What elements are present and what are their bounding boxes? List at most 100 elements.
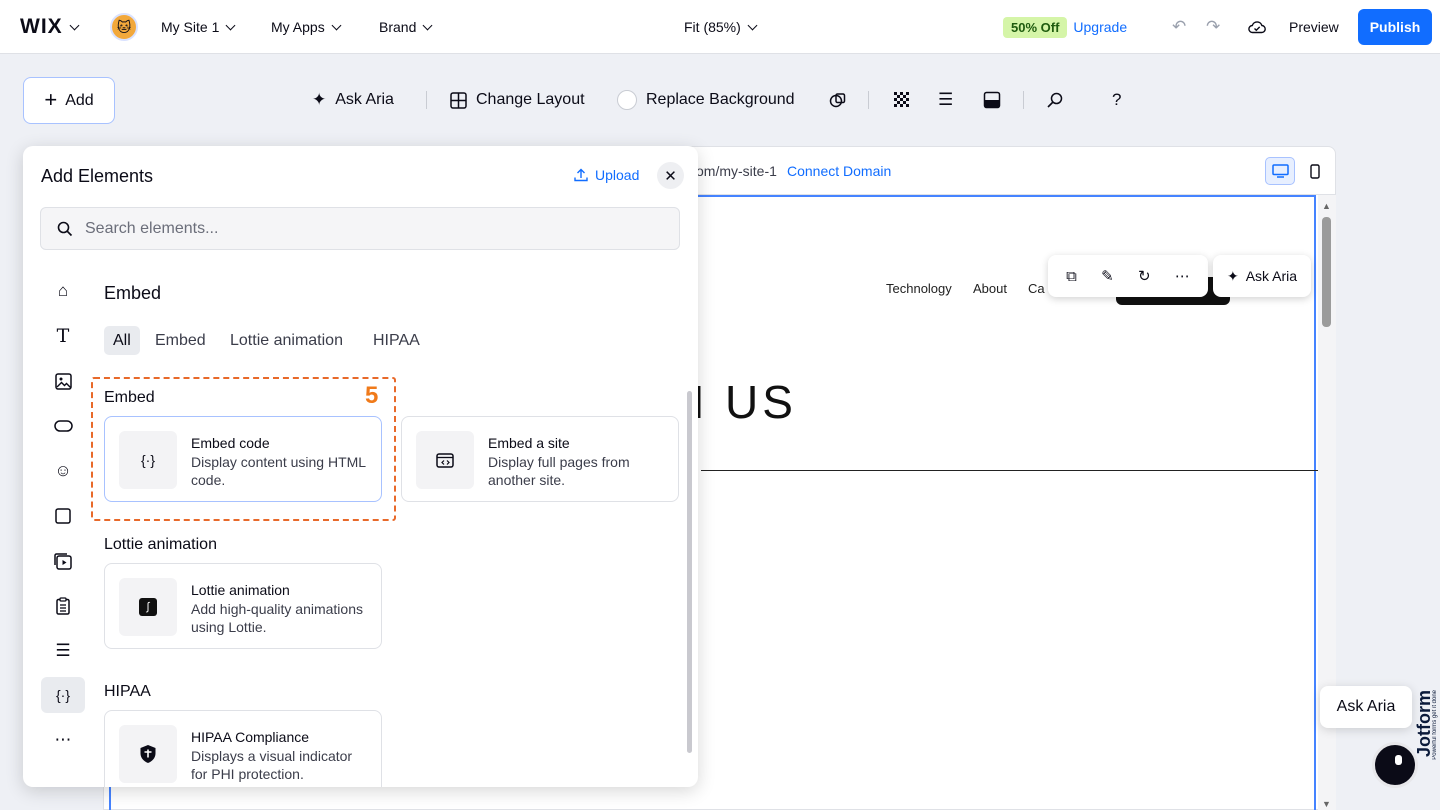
replace-background-label: Replace Background xyxy=(646,91,795,108)
chevron-down-icon xyxy=(747,20,758,30)
upgrade-promo[interactable]: 50% Off Upgrade xyxy=(1003,0,1127,54)
connect-domain-link[interactable]: Connect Domain xyxy=(787,163,891,179)
group-label-lottie: Lottie animation xyxy=(104,536,217,553)
site-selector[interactable]: My Site 1 xyxy=(161,0,236,54)
redo-button[interactable]: ↷ xyxy=(1206,0,1220,54)
mobile-icon xyxy=(1310,163,1320,179)
video-gallery-icon xyxy=(54,552,72,570)
scroll-up-arrow-icon[interactable]: ▲ xyxy=(1322,201,1331,211)
embed-code-icon: {·} xyxy=(55,687,70,703)
category-media[interactable] xyxy=(41,543,85,579)
search-box xyxy=(40,207,680,250)
search-input[interactable] xyxy=(85,219,645,238)
category-embed[interactable]: {·} xyxy=(41,677,85,713)
cloud-save-button[interactable] xyxy=(1248,0,1266,54)
add-elements-button[interactable]: + Add xyxy=(23,77,115,124)
add-to-section-icon[interactable]: ⧉ xyxy=(1066,268,1077,285)
aria-assistant-icon[interactable] xyxy=(1372,742,1418,788)
category-button[interactable] xyxy=(41,408,85,444)
card-title: HIPAA Compliance xyxy=(191,729,310,745)
arrange-button[interactable] xyxy=(829,86,847,114)
account-avatar[interactable]: 🐱 xyxy=(110,0,138,54)
replace-background-button[interactable]: Replace Background xyxy=(617,86,795,114)
brand-label: Brand xyxy=(379,19,417,35)
magnifier-icon xyxy=(1047,92,1063,108)
scrollbar-thumb[interactable] xyxy=(1322,217,1331,327)
category-text[interactable]: T xyxy=(41,318,85,354)
wix-menu[interactable]: WIX xyxy=(20,0,80,54)
layout-icon xyxy=(450,91,467,109)
ask-aria-chip[interactable]: Ask Aria xyxy=(1320,686,1412,728)
more-dots-icon: ⋯ xyxy=(54,730,72,749)
background-swatch-icon xyxy=(617,90,637,110)
category-decorative[interactable]: ☺ xyxy=(41,453,85,489)
promo-badge: 50% Off xyxy=(1003,16,1068,38)
plus-icon: + xyxy=(44,86,58,112)
search-tools-button[interactable] xyxy=(1046,86,1064,114)
publish-button[interactable]: Publish xyxy=(1358,9,1432,45)
sections-button[interactable]: ☰ xyxy=(938,86,953,114)
upload-button[interactable]: Upload xyxy=(574,167,639,183)
category-home[interactable]: ⌂ xyxy=(41,273,85,309)
image-icon xyxy=(54,372,72,390)
jotform-watermark: Jotform Powerful forms get it done xyxy=(1414,690,1438,790)
card-description: Add high-quality animations using Lottie… xyxy=(191,601,363,635)
undo-button[interactable]: ↶ xyxy=(1172,0,1186,54)
category-more[interactable]: ⋯ xyxy=(41,722,85,758)
clipboard-icon xyxy=(56,597,70,615)
top-bar: WIX 🐱 My Site 1 My Apps Brand Fit (85%) … xyxy=(0,0,1440,54)
sparkle-icon: ✦ xyxy=(312,90,327,109)
add-label: Add xyxy=(65,91,94,109)
filter-hipaa[interactable]: HIPAA xyxy=(364,326,429,355)
more-options-icon[interactable]: ⋯ xyxy=(1175,267,1190,285)
upload-label: Upload xyxy=(595,167,640,183)
site-nav-partial[interactable]: Ca xyxy=(1028,281,1045,296)
hipaa-compliance-card[interactable]: HIPAA Compliance Displays a visual indic… xyxy=(104,710,382,787)
chevron-down-icon xyxy=(422,20,433,30)
question-mark-icon: ? xyxy=(1112,90,1122,109)
lottie-animation-card[interactable]: ∫ Lottie animation Add high-quality anim… xyxy=(104,563,382,649)
search-icon xyxy=(57,221,73,236)
my-apps-menu[interactable]: My Apps xyxy=(271,0,342,54)
mobile-view-button[interactable] xyxy=(1302,157,1328,185)
category-image[interactable] xyxy=(41,363,85,399)
desktop-view-button[interactable] xyxy=(1265,157,1295,185)
change-layout-button[interactable]: Change Layout xyxy=(450,86,585,114)
close-icon: ✕ xyxy=(664,167,677,185)
floating-ask-aria-button[interactable]: ✦ Ask Aria xyxy=(1213,255,1311,297)
filter-embed[interactable]: Embed xyxy=(146,326,215,355)
help-button[interactable]: ? xyxy=(1112,86,1121,114)
category-forms[interactable] xyxy=(41,588,85,624)
embed-site-card[interactable]: Embed a site Display full pages from ano… xyxy=(401,416,679,502)
checker-grid-icon xyxy=(894,92,909,107)
filter-all[interactable]: All xyxy=(104,326,140,355)
lottie-icon: ∫ xyxy=(119,578,177,636)
site-nav-about[interactable]: About xyxy=(973,281,1007,296)
chevron-down-icon xyxy=(331,20,342,30)
regenerate-icon[interactable]: ↻ xyxy=(1138,267,1151,285)
upgrade-link[interactable]: Upgrade xyxy=(1073,19,1127,35)
brand-menu[interactable]: Brand xyxy=(379,0,433,54)
undo-icon: ↶ xyxy=(1172,17,1187,36)
category-box[interactable] xyxy=(41,498,85,534)
magic-wand-icon[interactable]: ✎ xyxy=(1101,267,1114,285)
panel-scrollbar[interactable] xyxy=(687,391,692,753)
desktop-icon xyxy=(1271,164,1289,178)
text-icon: T xyxy=(56,325,70,347)
section-background-button[interactable] xyxy=(983,86,1001,114)
zoom-selector[interactable]: Fit (85%) xyxy=(684,0,758,54)
wix-logo: WIX xyxy=(20,15,63,38)
category-menu[interactable]: ☰ xyxy=(41,633,85,669)
preview-button[interactable]: Preview xyxy=(1289,0,1339,54)
step-number-badge: 5 xyxy=(365,382,379,409)
card-title: Lottie animation xyxy=(191,582,290,598)
filter-lottie[interactable]: Lottie animation xyxy=(221,326,352,355)
floating-ask-aria-label: Ask Aria xyxy=(1245,268,1298,284)
scroll-down-arrow-icon[interactable]: ▼ xyxy=(1322,799,1331,809)
preview-label: Preview xyxy=(1289,19,1339,35)
ask-aria-button[interactable]: ✦ Ask Aria xyxy=(312,86,394,114)
site-url: om/my-site-1 xyxy=(696,163,777,179)
close-panel-button[interactable]: ✕ xyxy=(657,162,684,189)
site-nav-technology[interactable]: Technology xyxy=(886,281,952,296)
grid-overlay-button[interactable] xyxy=(893,86,911,114)
